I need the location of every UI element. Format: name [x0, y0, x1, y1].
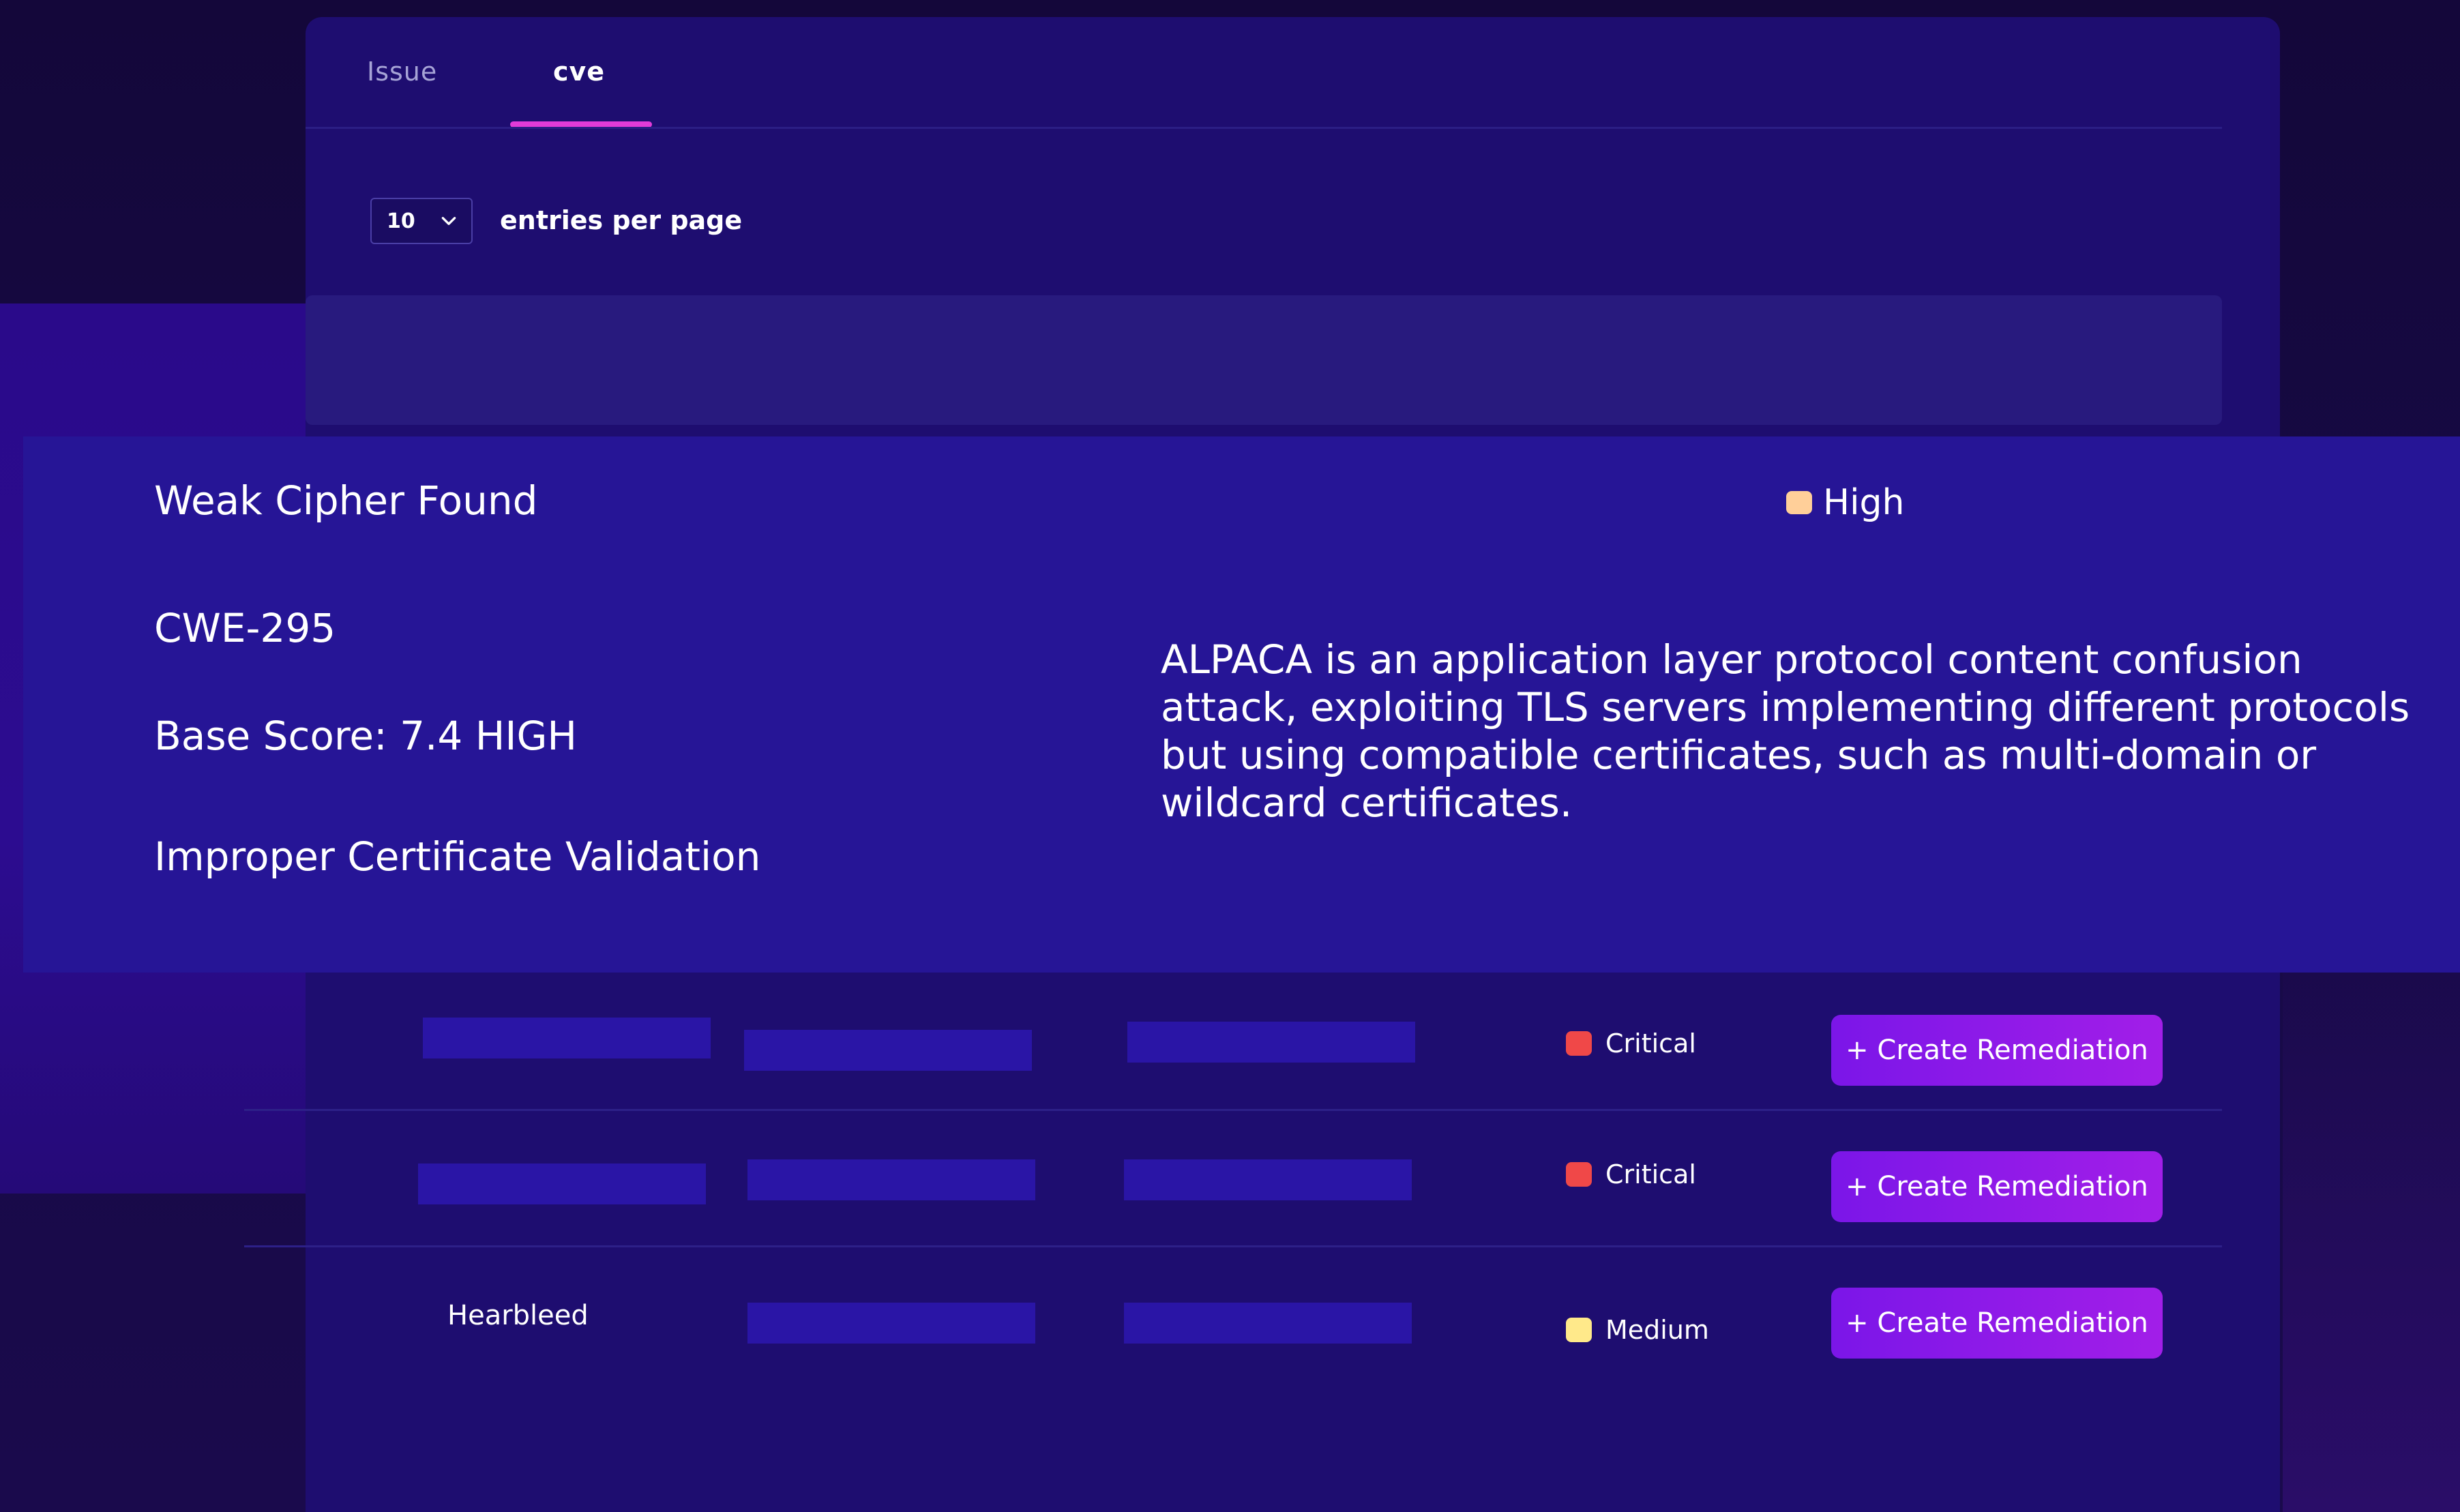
- cell-placeholder: [744, 1030, 1032, 1071]
- background-accent-right: [2283, 887, 2460, 1512]
- table-row: Critical + Create Remediation: [244, 1112, 2222, 1247]
- create-remediation-button[interactable]: + Create Remediation: [1831, 1015, 2163, 1086]
- entries-per-page-select[interactable]: 10: [370, 198, 473, 244]
- cell-placeholder: [1124, 1159, 1412, 1200]
- detail-cwe-id: CWE-295: [154, 605, 336, 651]
- chevron-down-icon: [441, 217, 456, 225]
- severity-cell: Critical: [1566, 1159, 1696, 1189]
- detail-severity-label: High: [1823, 482, 1905, 523]
- severity-high-dot-icon: [1786, 491, 1812, 514]
- cell-placeholder: [747, 1159, 1035, 1200]
- detail-base-score: Base Score: 7.4 HIGH: [154, 713, 578, 759]
- cell-placeholder: [747, 1303, 1035, 1344]
- cell-placeholder: [1127, 1022, 1415, 1063]
- severity-critical-dot-icon: [1566, 1162, 1592, 1187]
- tab-divider: [306, 127, 2222, 129]
- severity-label: Critical: [1605, 1159, 1696, 1189]
- detail-title: Weak Cipher Found: [154, 477, 538, 524]
- severity-cell: Critical: [1566, 1028, 1696, 1058]
- entries-per-page-label: entries per page: [500, 205, 743, 235]
- table-header-placeholder: [306, 295, 2222, 425]
- severity-critical-dot-icon: [1566, 1031, 1592, 1056]
- row-name: Hearbleed: [447, 1300, 589, 1331]
- severity-medium-dot-icon: [1566, 1318, 1592, 1342]
- detail-severity-badge: High: [1786, 482, 1905, 523]
- severity-label: Critical: [1605, 1028, 1696, 1058]
- tab-issue[interactable]: Issue: [367, 57, 437, 87]
- table-row: Hearbleed Medium + Create Remediation: [244, 1248, 2222, 1384]
- tab-bar: Issue cve: [306, 17, 2280, 147]
- detail-description: ALPACA is an application layer protocol …: [1161, 636, 2410, 826]
- detail-weakness-name: Improper Certificate Validation: [154, 833, 761, 880]
- cell-placeholder: [423, 1018, 711, 1058]
- entries-per-page-value: 10: [387, 209, 415, 233]
- tab-cve[interactable]: cve: [553, 57, 605, 87]
- severity-label: Medium: [1605, 1315, 1709, 1345]
- table-row: Critical + Create Remediation: [244, 975, 2222, 1111]
- create-remediation-button[interactable]: + Create Remediation: [1831, 1151, 2163, 1222]
- create-remediation-button[interactable]: + Create Remediation: [1831, 1288, 2163, 1359]
- cve-detail-card: Weak Cipher Found High CWE-295 Base Scor…: [23, 436, 2460, 973]
- cell-placeholder: [418, 1163, 706, 1204]
- severity-cell: Medium: [1566, 1315, 1709, 1345]
- cell-placeholder: [1124, 1303, 1412, 1344]
